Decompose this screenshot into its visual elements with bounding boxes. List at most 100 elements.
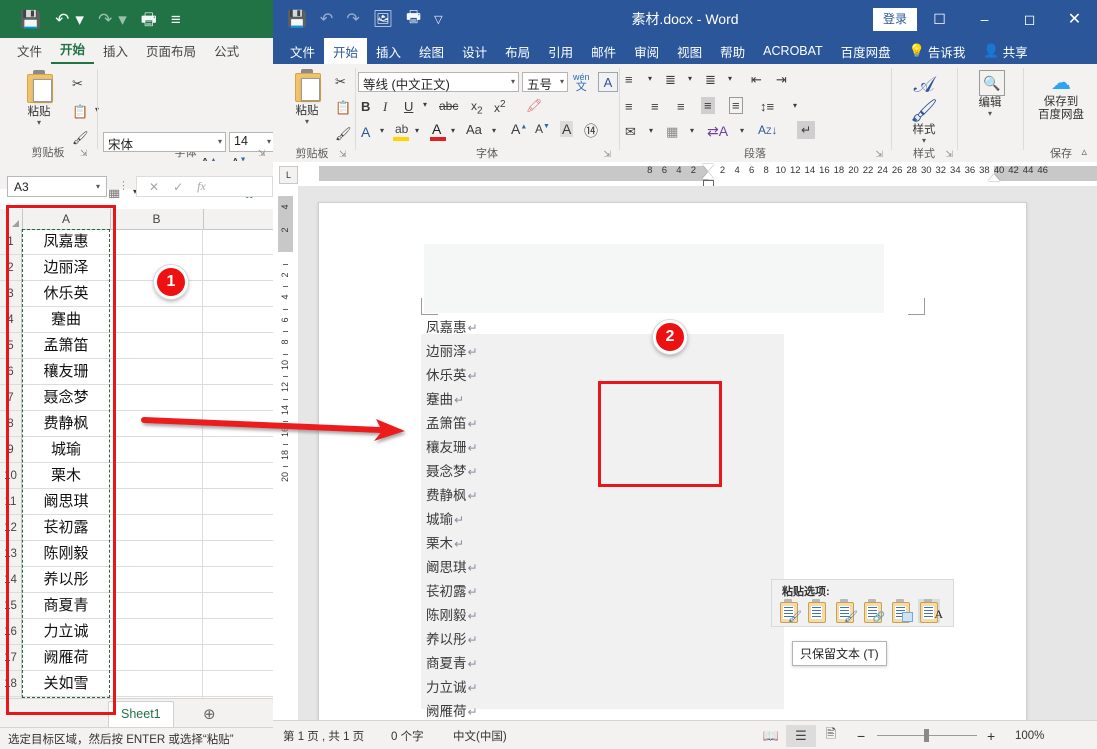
font-name-dropdown-icon[interactable]: ▾ — [218, 137, 222, 146]
cell-column-c[interactable] — [203, 515, 273, 541]
cell-column-c[interactable] — [203, 359, 273, 385]
justify-icon[interactable]: ≡ — [701, 97, 715, 114]
cell-column-a[interactable]: 蹇曲 — [22, 307, 110, 333]
print-preview-icon[interactable]: 🖶 — [141, 11, 157, 28]
document-line[interactable]: 休乐英↵ — [426, 364, 478, 388]
document-line[interactable]: 费静枫↵ — [426, 484, 478, 508]
document-line[interactable]: 养以彤↵ — [426, 628, 478, 652]
cell-column-b[interactable] — [110, 593, 203, 619]
undo-icon[interactable]: ↶ — [55, 11, 69, 28]
row-header[interactable]: 10 — [0, 463, 22, 489]
grow-font-icon[interactable]: A▲ — [511, 121, 527, 137]
cell-column-a[interactable]: 费静枫 — [22, 411, 110, 437]
tab-formulas[interactable]: 公式 — [205, 38, 248, 64]
ribbon-display-options-icon[interactable]: ☐ — [917, 0, 962, 38]
character-shading-icon[interactable]: A — [560, 121, 573, 137]
editing-button[interactable]: 🔍 编辑 ▾ — [967, 70, 1013, 118]
format-painter-icon[interactable]: 🖌 — [335, 126, 352, 142]
row-header[interactable]: 7 — [0, 385, 22, 411]
change-case-icon[interactable]: Aa — [466, 122, 482, 137]
web-layout-icon[interactable]: 🖹 — [816, 725, 846, 747]
cell-column-c[interactable] — [203, 333, 273, 359]
cell-column-b[interactable] — [110, 333, 203, 359]
numbering-dropdown-icon[interactable]: ▾ — [688, 74, 692, 83]
row-header[interactable]: 12 — [0, 515, 22, 541]
tab-告诉我[interactable]: 💡告诉我 — [900, 38, 975, 64]
tab-帮助[interactable]: 帮助 — [711, 38, 754, 64]
paste-dropdown-icon[interactable]: ▾ — [279, 118, 335, 125]
shading-dropdown-icon[interactable]: ▾ — [649, 126, 653, 135]
shrink-font-icon[interactable]: A▼ — [535, 122, 550, 136]
cell-column-a[interactable]: 孟箫笛 — [22, 333, 110, 359]
text-effects-icon[interactable]: A — [361, 124, 370, 140]
enclose-characters-icon[interactable]: ⑭ — [584, 121, 598, 141]
document-line[interactable]: 商夏青↵ — [426, 652, 478, 676]
cell-column-c[interactable] — [203, 619, 273, 645]
row-header[interactable]: 16 — [0, 619, 22, 645]
cell-column-c[interactable] — [203, 541, 273, 567]
tab-开始[interactable]: 开始 — [324, 38, 367, 64]
cell-column-a[interactable]: 城瑜 — [22, 437, 110, 463]
row-header[interactable]: 2 — [0, 255, 22, 281]
name-box-dropdown-icon[interactable]: ▾ — [96, 182, 100, 191]
word-font-name-input[interactable]: 等线 (中文正文) ▾ — [358, 72, 519, 92]
paste-options-popup[interactable]: 粘贴选项: 🖌🖌🔗A — [771, 579, 954, 627]
change-case-dropdown-icon[interactable]: ▾ — [492, 126, 496, 135]
zoom-slider-thumb[interactable] — [924, 729, 929, 742]
document-line[interactable]: 凤嘉惠↵ — [426, 316, 478, 340]
cell-column-a[interactable]: 阚思琪 — [22, 489, 110, 515]
tab-file[interactable]: 文件 — [8, 38, 51, 64]
styles-dropdown-icon[interactable]: ▾ — [901, 137, 947, 145]
select-all-corner[interactable] — [0, 209, 23, 229]
column-header-c[interactable] — [203, 209, 273, 229]
minimize-icon[interactable]: – — [962, 0, 1007, 38]
sheet-tab-sheet1[interactable]: Sheet1 — [108, 701, 174, 727]
cell-column-a[interactable]: 关如雪 — [22, 671, 110, 697]
cell-column-c[interactable] — [203, 307, 273, 333]
bold-button[interactable]: B — [361, 99, 370, 114]
cell-column-a[interactable]: 休乐英 — [22, 281, 110, 307]
cell-column-b[interactable] — [110, 671, 203, 697]
row-header[interactable]: 18 — [0, 671, 22, 697]
cell-column-a[interactable]: 聂念梦 — [22, 385, 110, 411]
document-line[interactable]: 陈刚毅↵ — [426, 604, 478, 628]
tab-设计[interactable]: 设计 — [453, 38, 496, 64]
save-icon[interactable]: 💾 — [20, 11, 41, 28]
undo-dropdown-icon[interactable]: ▾ — [75, 11, 84, 28]
align-center-icon[interactable]: ≡ — [651, 99, 659, 114]
keep-text-only-link-icon[interactable]: 🔗 — [862, 599, 884, 623]
row-header[interactable]: 15 — [0, 593, 22, 619]
hanging-indent-marker[interactable] — [702, 172, 714, 179]
tab-插入[interactable]: 插入 — [367, 38, 410, 64]
picture-icon[interactable] — [890, 599, 912, 623]
document-line[interactable]: 阙雁荷↵ — [426, 700, 478, 720]
row-header[interactable]: 11 — [0, 489, 22, 515]
numbering-icon[interactable]: ≣ — [665, 72, 676, 88]
font-size-dropdown-icon[interactable]: ▾ — [560, 77, 564, 86]
zoom-level[interactable]: 100% — [1015, 721, 1044, 749]
close-icon[interactable]: ✕ — [1052, 0, 1097, 38]
strikethrough-button[interactable]: abc — [439, 99, 458, 113]
text-effects-dropdown-icon[interactable]: ▾ — [380, 126, 384, 135]
cell-column-c[interactable] — [203, 281, 273, 307]
line-spacing-dropdown-icon[interactable]: ▾ — [793, 101, 797, 110]
highlight-dropdown-icon[interactable]: ▾ — [415, 126, 419, 135]
cell-column-c[interactable] — [203, 489, 273, 515]
font-color-dropdown-icon[interactable]: ▾ — [451, 126, 455, 135]
tab-邮件[interactable]: 邮件 — [582, 38, 625, 64]
shading-icon[interactable]: ✉ — [625, 124, 636, 140]
phonetic-guide-icon[interactable]: wén文 — [573, 72, 590, 92]
first-line-indent-marker[interactable] — [702, 164, 714, 171]
tab-文件[interactable]: 文件 — [281, 38, 324, 64]
cell-column-a[interactable]: 力立诚 — [22, 619, 110, 645]
cell-column-b[interactable] — [110, 541, 203, 567]
cell-column-a[interactable]: 穰友珊 — [22, 359, 110, 385]
tab-视图[interactable]: 视图 — [668, 38, 711, 64]
row-header[interactable]: 6 — [0, 359, 22, 385]
cell-column-a[interactable]: 凤嘉惠 — [22, 229, 110, 255]
cell-column-b[interactable] — [110, 515, 203, 541]
sort-icon[interactable]: AZ↓ — [758, 123, 778, 137]
document-line[interactable]: 苌初露↵ — [426, 580, 478, 604]
save-to-baidu-button[interactable]: ☁ 保存到 百度网盘 — [1029, 70, 1093, 122]
redo-icon[interactable]: ↷ — [98, 11, 112, 28]
